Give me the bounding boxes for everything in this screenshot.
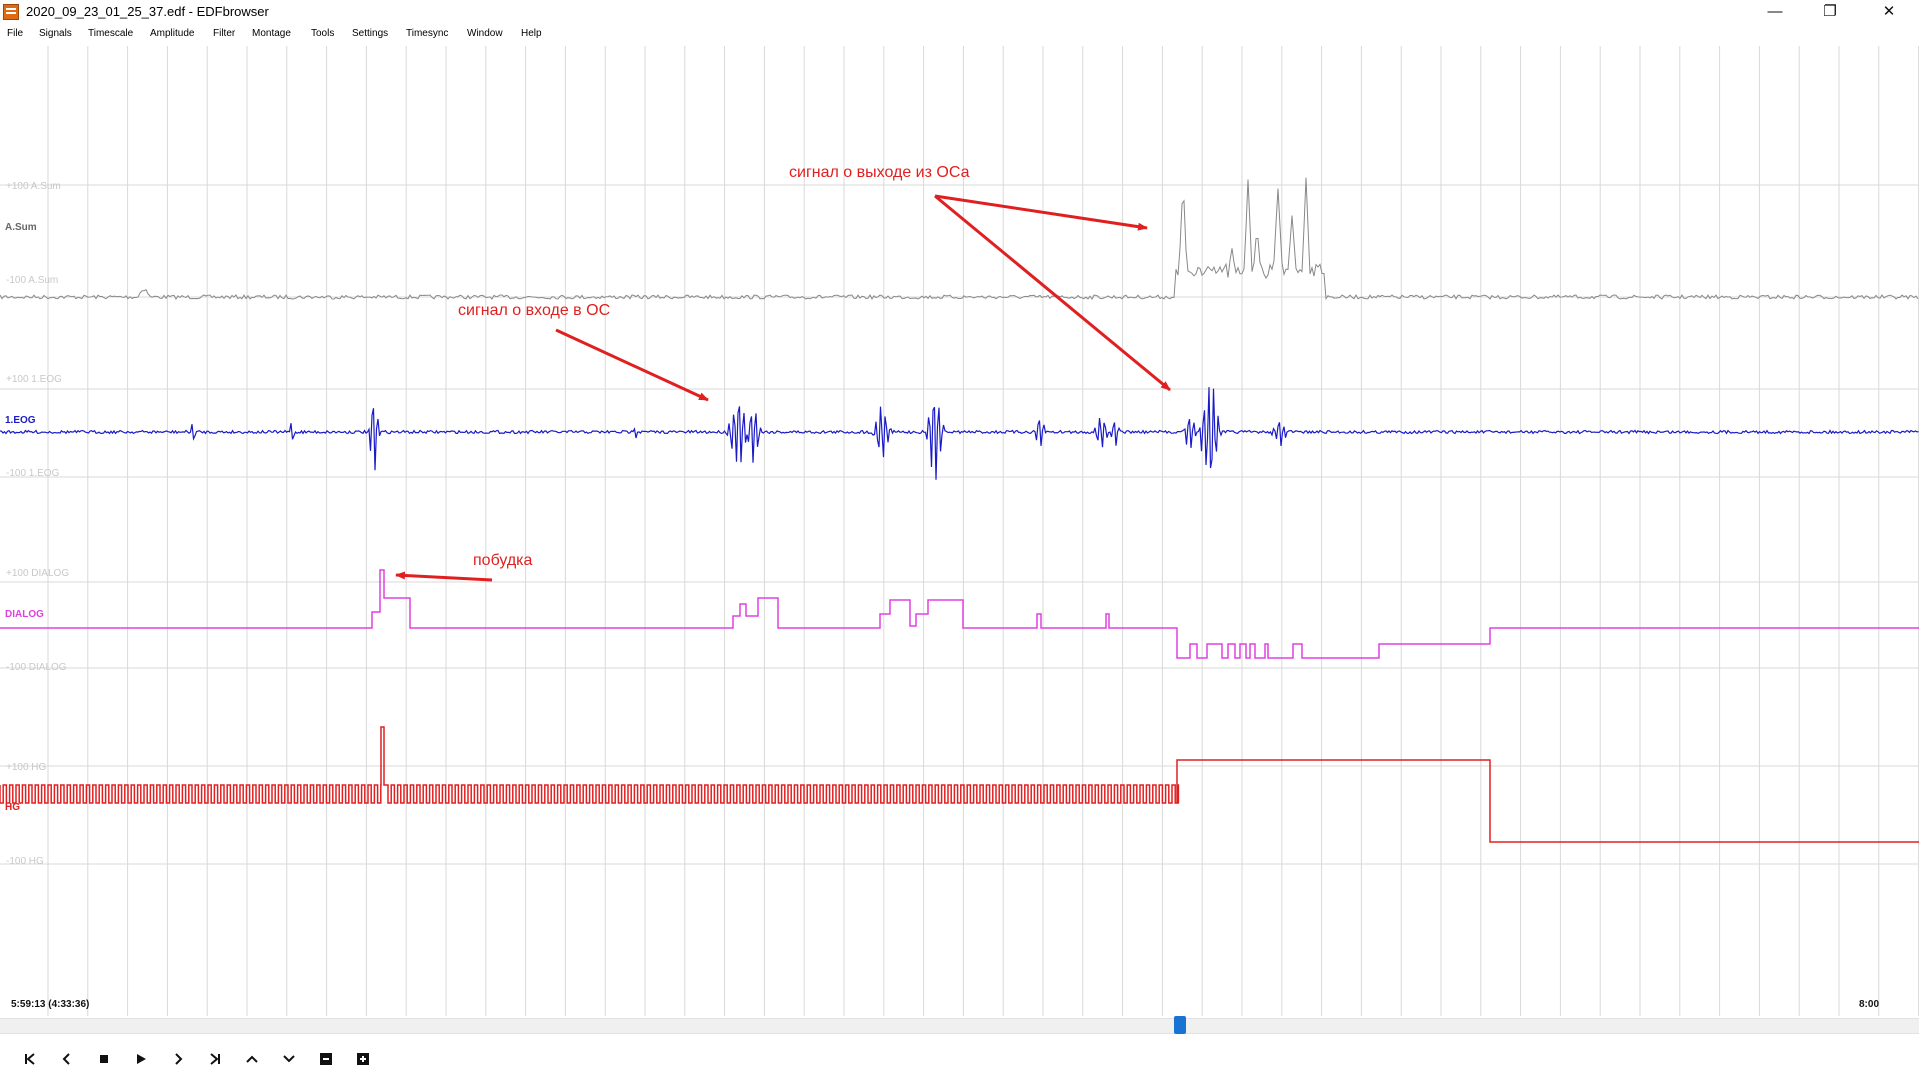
- zoom-in-icon[interactable]: [352, 1050, 374, 1072]
- dialog-channel-label[interactable]: DIALOG: [5, 609, 44, 620]
- time-scrollbar[interactable]: [0, 1018, 1919, 1034]
- stop-icon[interactable]: [93, 1050, 115, 1072]
- menu-window[interactable]: Window: [467, 28, 503, 39]
- annotation-wake: побудка: [473, 552, 533, 569]
- zoom-out-icon[interactable]: [315, 1050, 337, 1072]
- menu-montage[interactable]: Montage: [252, 28, 291, 39]
- last-page-icon[interactable]: [204, 1050, 226, 1072]
- horizontal-grid: [0, 184, 1919, 865]
- play-icon[interactable]: [130, 1050, 152, 1072]
- hg-lower-label: -100 HG: [6, 856, 44, 867]
- annotation-arrows: [395, 194, 1171, 582]
- asum-channel-label[interactable]: A.Sum: [5, 222, 37, 233]
- navigation-toolbar: [0, 1042, 1919, 1079]
- menu-filter[interactable]: Filter: [213, 28, 235, 39]
- timeline-end: 8:00: [1859, 999, 1880, 1010]
- dialog-lower-label: -100 DIALOG: [6, 662, 67, 673]
- minimize-button[interactable]: —: [1746, 0, 1804, 24]
- dialog-upper-label: +100 DIALOG: [6, 568, 69, 579]
- menu-tools[interactable]: Tools: [311, 28, 334, 39]
- eog-lower-label: -100 1.EOG: [6, 468, 60, 479]
- vertical-grid: [47, 46, 1919, 1016]
- hg-trace: [0, 726, 1919, 843]
- close-button[interactable]: ✕: [1860, 0, 1918, 24]
- signal-labels: +100 A.Sum A.Sum -100 A.Sum +100 1.EOG 1…: [5, 181, 69, 867]
- menu-settings[interactable]: Settings: [352, 28, 388, 39]
- title-bar: 2020_09_23_01_25_37.edf - EDFbrowser — ❐…: [0, 0, 1919, 24]
- chevron-down-icon[interactable]: [278, 1050, 300, 1072]
- timeline-start: 5:59:13 (4:33:36): [11, 999, 90, 1010]
- eog-trace: [0, 387, 1919, 480]
- asum-upper-label: +100 A.Sum: [6, 181, 61, 192]
- menu-timesync[interactable]: Timesync: [406, 28, 448, 39]
- dialog-trace: [0, 569, 1919, 659]
- annotation-exit: сигнал о выходе из ОСа: [789, 164, 970, 181]
- wake-arrow: [395, 571, 493, 582]
- scrollbar-thumb[interactable]: [1174, 1016, 1186, 1034]
- menu-bar: File Signals Timescale Amplitude Filter …: [0, 26, 1919, 46]
- previous-page-icon[interactable]: [56, 1050, 78, 1072]
- menu-help[interactable]: Help: [521, 28, 542, 39]
- menu-timescale[interactable]: Timescale: [88, 28, 133, 39]
- annotation-entry: сигнал о входе в ОС: [458, 302, 611, 319]
- menu-signals[interactable]: Signals: [39, 28, 72, 39]
- eog-upper-label: +100 1.EOG: [6, 374, 62, 385]
- menu-amplitude[interactable]: Amplitude: [150, 28, 194, 39]
- window-title: 2020_09_23_01_25_37.edf - EDFbrowser: [26, 4, 269, 19]
- hg-upper-label: +100 HG: [6, 762, 47, 773]
- maximize-button[interactable]: ❐: [1801, 0, 1859, 24]
- chevron-up-icon[interactable]: [241, 1050, 263, 1072]
- app-icon: [3, 4, 19, 20]
- asum-lower-label: -100 A.Sum: [6, 275, 58, 286]
- menu-file[interactable]: File: [7, 28, 23, 39]
- first-page-icon[interactable]: [19, 1050, 41, 1072]
- eog-channel-label[interactable]: 1.EOG: [5, 415, 36, 426]
- asum-trace: [0, 177, 1919, 301]
- next-page-icon[interactable]: [167, 1050, 189, 1072]
- signal-plot[interactable]: +100 A.Sum A.Sum -100 A.Sum +100 1.EOG 1…: [0, 46, 1919, 1016]
